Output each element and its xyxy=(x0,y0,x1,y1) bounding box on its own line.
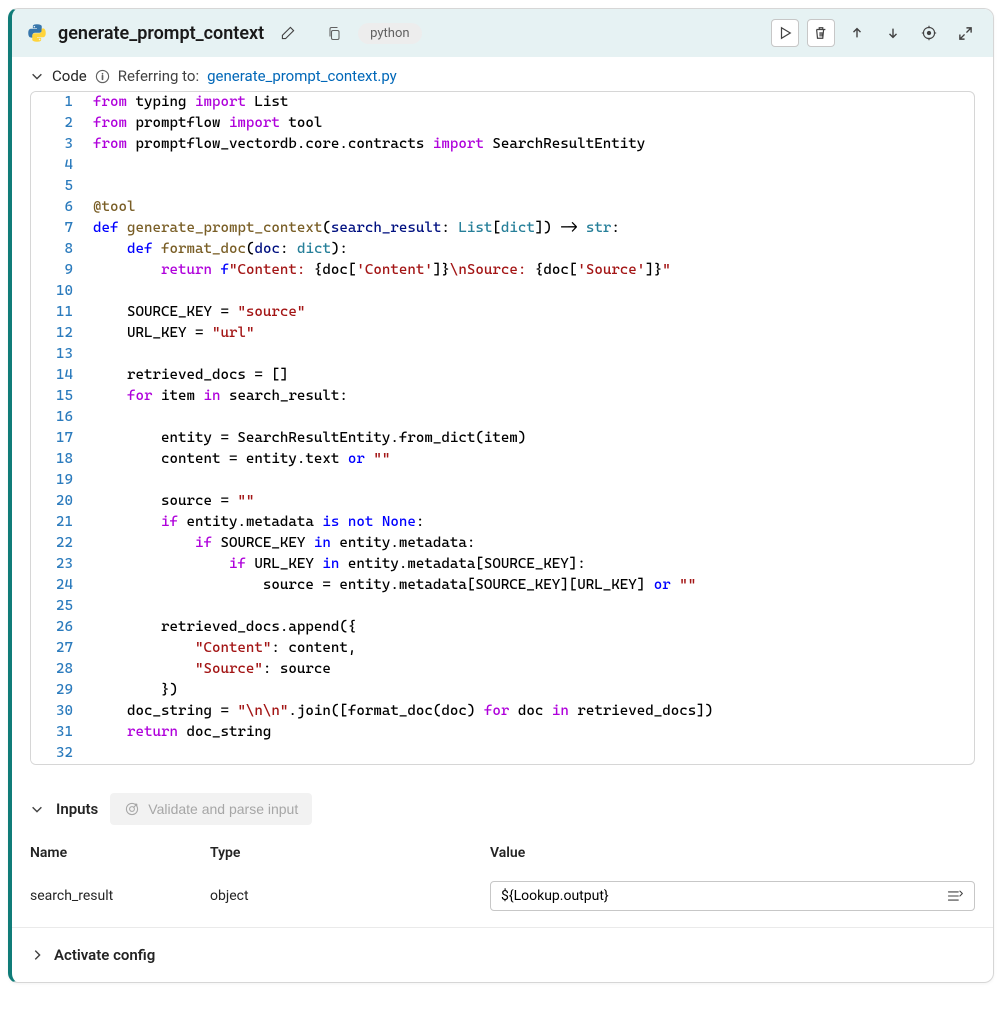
move-down-button[interactable] xyxy=(879,19,907,47)
delete-button[interactable] xyxy=(807,19,835,47)
code-line[interactable]: 23 if URL_KEY in entity.metadata[SOURCE_… xyxy=(31,554,974,575)
code-line[interactable]: 12 URL_KEY = "url" xyxy=(31,323,974,344)
input-value-cell xyxy=(490,871,975,921)
code-line[interactable]: 1from typing import List xyxy=(31,92,974,113)
inputs-label: Inputs xyxy=(56,800,98,818)
code-line[interactable]: 22 if SOURCE_KEY in entity.metadata: xyxy=(31,533,974,554)
focus-button[interactable] xyxy=(915,19,943,47)
validate-button-label: Validate and parse input xyxy=(148,801,298,817)
code-line[interactable]: 6@tool xyxy=(31,197,974,218)
input-type: object xyxy=(210,878,490,914)
code-editor[interactable]: 1from typing import List2from promptflow… xyxy=(30,91,975,765)
copy-button[interactable] xyxy=(320,19,348,47)
language-badge: python xyxy=(358,23,421,44)
node-card: generate_prompt_context python xyxy=(8,8,994,983)
file-link[interactable]: generate_prompt_context.py xyxy=(207,67,397,85)
code-line[interactable]: 3from promptflow_vectordb.core.contracts… xyxy=(31,134,974,155)
code-line[interactable]: 18 content = entity.text or "" xyxy=(31,449,974,470)
move-up-button[interactable] xyxy=(843,19,871,47)
input-value-box[interactable] xyxy=(490,881,975,911)
chevron-right-icon[interactable] xyxy=(30,948,44,962)
python-logo-icon xyxy=(26,22,48,44)
chevron-down-icon[interactable] xyxy=(30,69,44,83)
code-line[interactable]: 21 if entity.metadata is not None: xyxy=(31,512,974,533)
code-line[interactable]: 5 xyxy=(31,176,974,197)
code-line[interactable]: 4 xyxy=(31,155,974,176)
run-button[interactable] xyxy=(771,19,799,47)
code-line[interactable]: 27 "Content": content, xyxy=(31,638,974,659)
info-icon[interactable] xyxy=(95,69,110,84)
toolbar xyxy=(771,19,979,47)
code-line[interactable]: 15 for item in search_result: xyxy=(31,386,974,407)
code-line[interactable]: 10 xyxy=(31,281,974,302)
inputs-table: Name Type Value search_result object xyxy=(30,835,975,921)
code-line[interactable]: 24 source = entity.metadata[SOURCE_KEY][… xyxy=(31,575,974,596)
validate-button[interactable]: Validate and parse input xyxy=(110,793,312,825)
input-value-field[interactable] xyxy=(501,888,946,904)
code-line[interactable]: 11 SOURCE_KEY = "source" xyxy=(31,302,974,323)
inputs-section: Inputs Validate and parse input Name Typ… xyxy=(12,775,993,923)
code-line[interactable]: 13 xyxy=(31,344,974,365)
card-header: generate_prompt_context python xyxy=(12,9,993,57)
code-line[interactable]: 28 "Source": source xyxy=(31,659,974,680)
code-line[interactable]: 26 retrieved_docs.append({ xyxy=(31,617,974,638)
target-icon xyxy=(124,801,140,817)
code-line[interactable]: 17 entity = SearchResultEntity.from_dict… xyxy=(31,428,974,449)
code-line[interactable]: 20 source = "" xyxy=(31,491,974,512)
edit-title-button[interactable] xyxy=(274,19,302,47)
code-line[interactable]: 31 return doc_string xyxy=(31,722,974,743)
code-line[interactable]: 25 xyxy=(31,596,974,617)
code-line[interactable]: 30 doc_string = "\n\n".join([format_doc(… xyxy=(31,701,974,722)
code-line[interactable]: 29 }) xyxy=(31,680,974,701)
referring-label: Referring to: xyxy=(118,67,199,85)
code-line[interactable]: 32 xyxy=(31,743,974,764)
code-line[interactable]: 8 def format_doc(doc: dict): xyxy=(31,239,974,260)
activate-section: Activate config xyxy=(12,932,993,982)
code-line[interactable]: 14 retrieved_docs = [] xyxy=(31,365,974,386)
col-value: Value xyxy=(490,835,975,871)
col-name: Name xyxy=(30,835,210,871)
code-section-label: Code xyxy=(52,67,87,85)
code-line[interactable]: 16 xyxy=(31,407,974,428)
input-name: search_result xyxy=(30,878,210,914)
expand-button[interactable] xyxy=(951,19,979,47)
code-line[interactable]: 2from promptflow import tool xyxy=(31,113,974,134)
code-line[interactable]: 7def generate_prompt_context(search_resu… xyxy=(31,218,974,239)
code-line[interactable]: 9 return f"Content: {doc['Content']}\nSo… xyxy=(31,260,974,281)
col-type: Type xyxy=(210,835,490,871)
bind-icon[interactable] xyxy=(946,888,964,904)
activate-label: Activate config xyxy=(54,946,155,964)
code-line[interactable]: 19 xyxy=(31,470,974,491)
code-section: Code Referring to: generate_prompt_conte… xyxy=(12,57,993,775)
node-title: generate_prompt_context xyxy=(58,23,264,44)
divider xyxy=(12,927,993,928)
chevron-down-icon[interactable] xyxy=(30,802,44,816)
